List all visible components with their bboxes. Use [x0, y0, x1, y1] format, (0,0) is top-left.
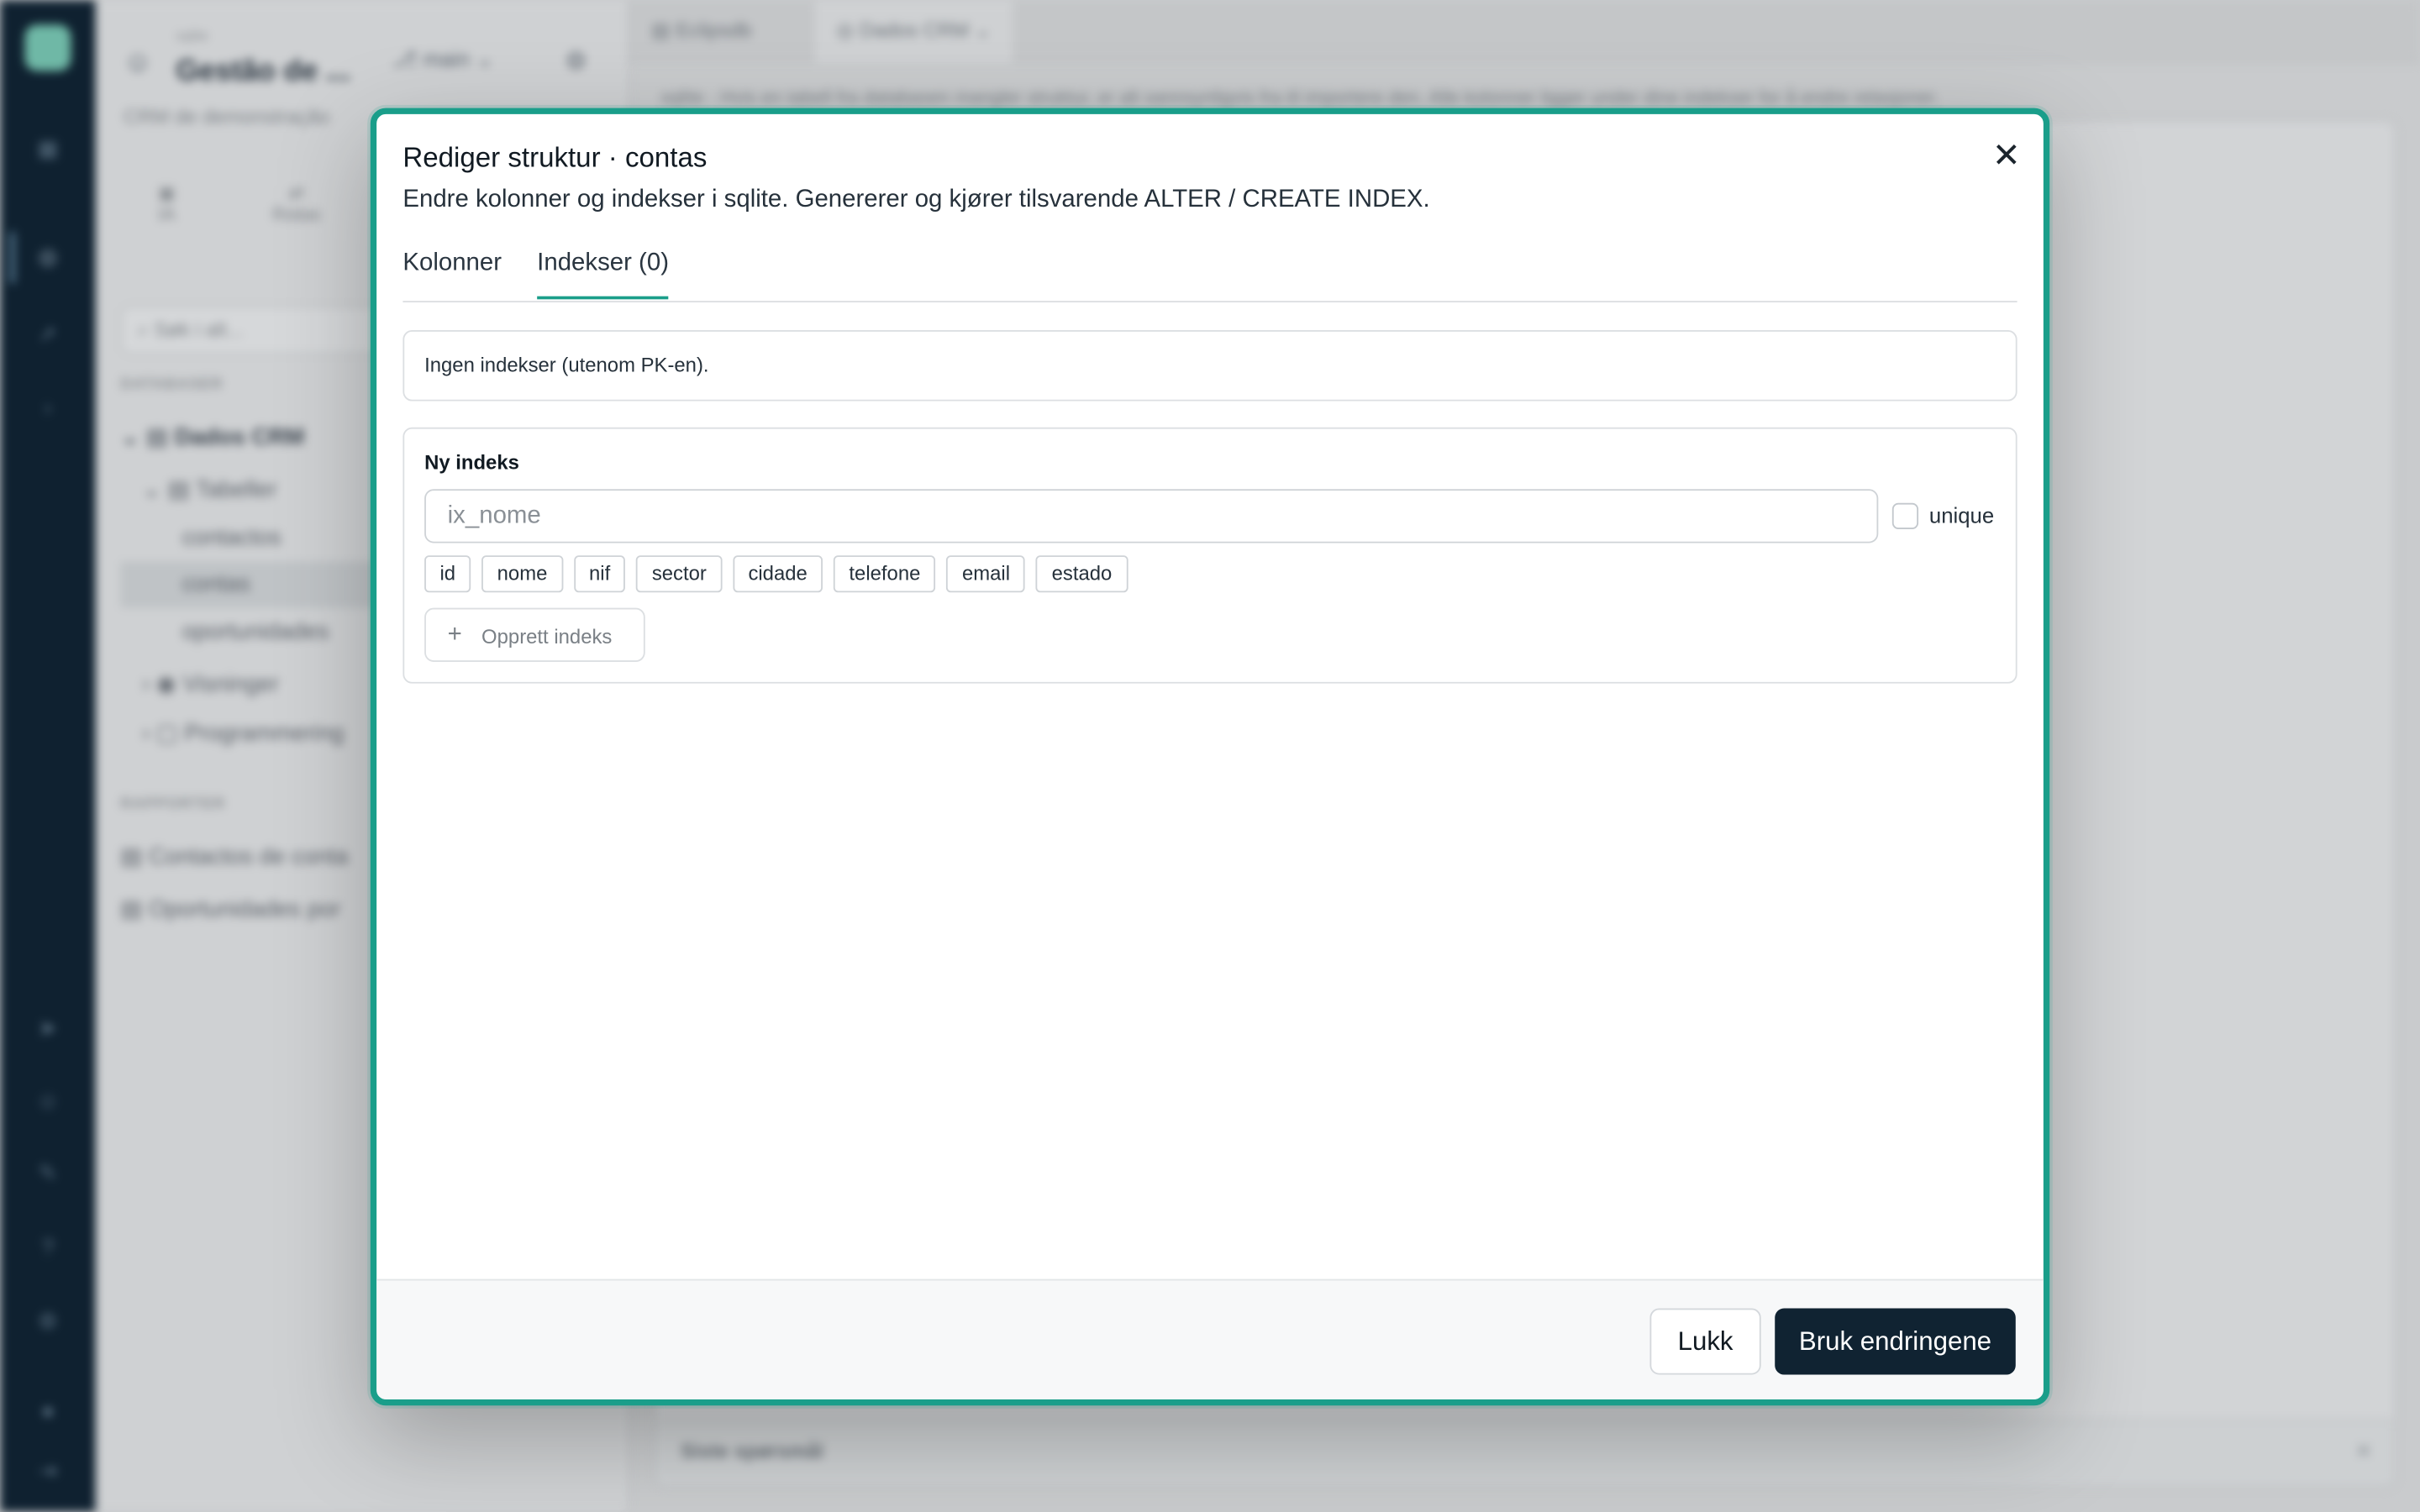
column-chip-telefone[interactable]: telefone — [834, 555, 936, 593]
column-chip-id[interactable]: id — [424, 555, 471, 593]
search-icon: ⌕ — [137, 318, 155, 341]
column-chip-estado[interactable]: estado — [1036, 555, 1128, 593]
main-tabbar: ▤ Eclipsdb ◎ Dados CRM ⌄ — [629, 0, 2420, 62]
tree-db-label: Dados CRM — [174, 424, 305, 451]
plus-icon: + — [447, 622, 462, 648]
close-icon[interactable]: ✕ — [1985, 136, 2028, 179]
database-icon[interactable]: ◎ — [35, 244, 60, 268]
search-placeholder: Søk i alt... — [154, 318, 244, 341]
report-item[interactable]: ▤ Contactos de conta — [120, 843, 348, 870]
tool-routes[interactable]: ⇄ Rotas — [250, 182, 343, 225]
chevron-right-icon[interactable]: › — [35, 395, 60, 419]
footer-panel-label: Siste spørsmål — [680, 1439, 823, 1463]
unique-checkbox[interactable] — [1891, 502, 1919, 529]
column-chip-sector[interactable]: sector — [636, 555, 723, 593]
screen: ▦ ◎ ➚ › ➤ ☺ ✎ ? ⚙ ● ⇥ ☺ sqlite Gestão de… — [0, 0, 2420, 1512]
app-logo-icon — [24, 24, 71, 71]
rocket-icon[interactable]: ➚ — [35, 321, 60, 345]
tool-label: IA — [157, 203, 176, 226]
create-index-label: Opprett indeks — [481, 624, 613, 648]
column-chip-cidade[interactable]: cidade — [733, 555, 823, 593]
new-index-label: Ny indeks — [424, 450, 519, 474]
column-chips: id nome nif sector cidade telefone email… — [424, 555, 1128, 593]
section-databases: DATABASER — [120, 376, 224, 394]
help-icon[interactable]: ? — [35, 1234, 60, 1258]
tree-table-contactos[interactable]: contactos — [182, 524, 281, 550]
tree-views[interactable]: › ◉ Visninger — [142, 669, 279, 697]
tool-label: Rotas — [271, 203, 321, 226]
indexes-empty-state: Ingen indekser (utenom PK-en). — [402, 330, 2018, 402]
dialog-tabs: Kolonner Indekser (0) — [402, 234, 2018, 302]
unique-label: unique — [1928, 502, 1995, 528]
active-indicator — [9, 231, 16, 284]
tab-label: Dados CRM — [860, 18, 970, 42]
gear-icon[interactable]: ⚙ — [565, 46, 587, 77]
tab-indexes[interactable]: Indekser (0) — [537, 250, 669, 300]
wrench-icon[interactable]: ✎ — [35, 1160, 60, 1184]
tab-columns[interactable]: Kolonner — [402, 250, 502, 297]
send-icon[interactable]: ➤ — [35, 1016, 60, 1040]
branch-selector[interactable]: ⎇ main ⌄ — [392, 46, 494, 72]
tab-eclipsdb[interactable]: ▤ Eclipsdb — [629, 0, 773, 61]
main-footer-panel[interactable]: Siste spørsmål ✕ — [654, 1419, 2396, 1488]
user-icon: ☺ — [123, 46, 152, 77]
column-chip-nome[interactable]: nome — [481, 555, 563, 593]
close-icon[interactable]: ✕ — [2355, 1440, 2372, 1464]
tree-table-oportunidades[interactable]: oportunidades — [182, 619, 329, 645]
report-label: Oportunidades por — [148, 896, 341, 923]
index-name-input[interactable] — [424, 489, 1879, 543]
report-label: Contactos de conta — [148, 843, 349, 870]
tree-tables-label: Tabeller — [195, 476, 277, 503]
tree-db[interactable]: ⌄ ▤ Dados CRM — [120, 423, 304, 450]
user-avatar-icon[interactable]: ● — [35, 1398, 60, 1422]
apply-changes-button[interactable]: Bruk endringene — [1775, 1308, 2016, 1375]
column-chip-email[interactable]: email — [946, 555, 1026, 593]
column-chip-nif[interactable]: nif — [573, 555, 626, 593]
routes-icon: ⇄ — [288, 181, 304, 204]
edit-structure-dialog: Rediger struktur · contas Endre kolonner… — [370, 108, 2050, 1406]
tab-label: Eclipsdb — [676, 18, 752, 42]
create-index-button[interactable]: + Opprett indeks — [424, 607, 645, 662]
users-icon[interactable]: ☺ — [35, 1088, 60, 1112]
close-button[interactable]: Lukk — [1649, 1308, 1761, 1375]
empty-message: Ingen indekser (utenom PK-en). — [424, 353, 709, 377]
main-info-text: sqlite · Hvis en tabell fra databasen ma… — [660, 86, 1939, 108]
tree-programs[interactable]: › ▢ Programmering — [142, 719, 344, 747]
tab-dados-crm[interactable]: ◎ Dados CRM ⌄ — [814, 0, 1013, 62]
logout-icon[interactable]: ⇥ — [35, 1458, 60, 1483]
section-reports: RAPPORTER — [120, 795, 226, 813]
report-item[interactable]: ▤ Oportunidades por — [120, 895, 340, 922]
tool-ai[interactable]: ▣ IA — [120, 182, 213, 225]
workspace-title: Gestão de ... — [176, 55, 350, 88]
new-index-panel: Ny indeks unique id nome nif sector cida… — [402, 427, 2018, 684]
grid-icon[interactable]: ▦ — [35, 136, 60, 160]
tree-views-label: Visninger — [182, 670, 279, 698]
db-engine-label: sqlite — [176, 28, 208, 44]
tree-tables[interactable]: ⌄ ▤ Tabeller — [142, 475, 276, 503]
workspace-subtitle: CRM de demonstração — [123, 104, 330, 129]
dialog-footer: Lukk Bruk endringene — [376, 1278, 2044, 1399]
dialog-description: Endre kolonner og indekser i sqlite. Gen… — [402, 186, 1430, 213]
dialog-title: Rediger struktur · contas — [402, 141, 708, 173]
tree-programs-label: Programmering — [184, 720, 345, 747]
branch-label: main — [423, 46, 471, 71]
icon-rail: ▦ ◎ ➚ › ➤ ☺ ✎ ? ⚙ ● ⇥ — [0, 0, 96, 1512]
settings-icon[interactable]: ⚙ — [35, 1309, 60, 1333]
calendar-icon: ▣ — [157, 181, 176, 204]
